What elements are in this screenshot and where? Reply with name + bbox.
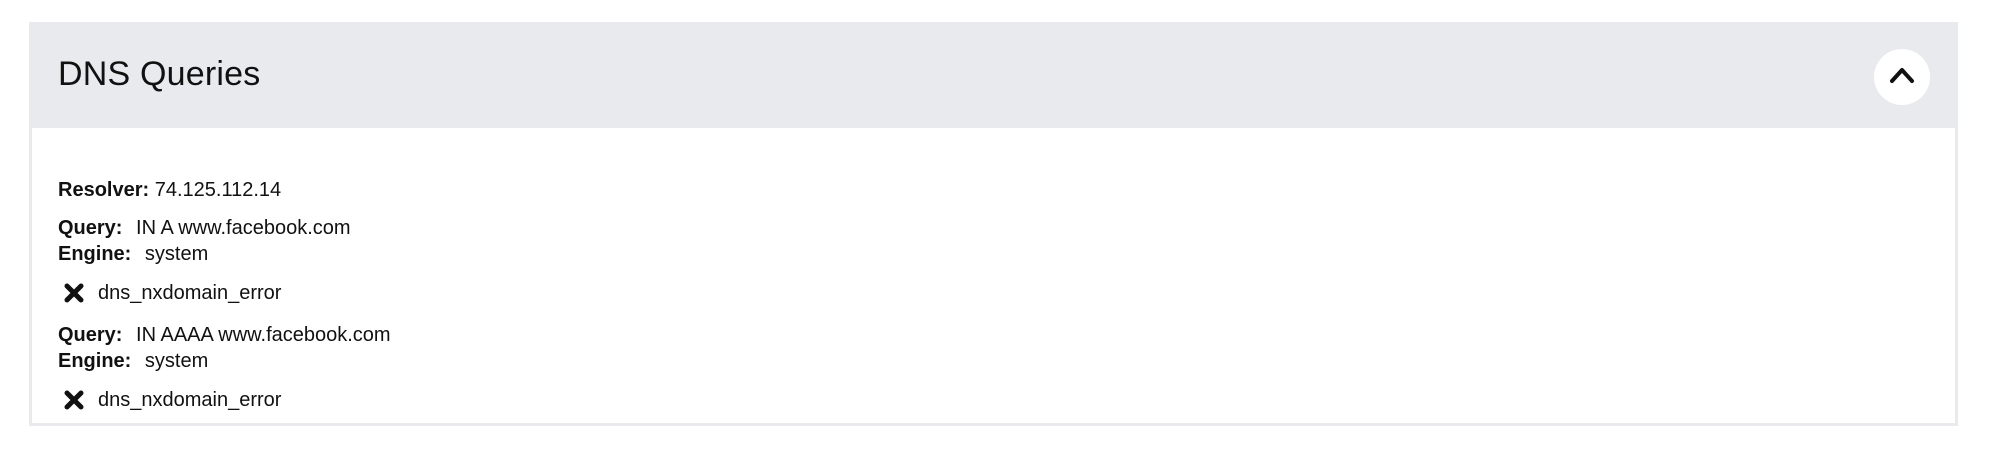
- query-line: Query: IN A www.facebook.com: [58, 216, 351, 240]
- dns-queries-panel: DNS Queries Resolver: 74.125.112.14 Quer…: [29, 22, 1958, 426]
- query-value: IN A www.facebook.com: [136, 217, 351, 239]
- panel-header[interactable]: DNS Queries: [32, 25, 1955, 128]
- engine-label: Engine:: [58, 350, 132, 372]
- resolver-line: Resolver: 74.125.112.14: [58, 178, 281, 202]
- engine-label: Engine:: [58, 243, 132, 265]
- error-line: dns_nxdomain_error: [62, 281, 281, 305]
- collapse-button[interactable]: [1874, 49, 1930, 105]
- panel-title: DNS Queries: [58, 55, 261, 93]
- resolver-value: 74.125.112.14: [154, 179, 282, 201]
- engine-line: Engine: system: [58, 242, 208, 266]
- query-line: Query: IN AAAA www.facebook.com: [58, 323, 391, 347]
- engine-line: Engine: system: [58, 349, 208, 373]
- cross-icon: [62, 281, 86, 305]
- engine-value: system: [144, 243, 209, 265]
- cross-icon: [62, 388, 86, 412]
- query-label: Query:: [58, 217, 123, 239]
- error-line: dns_nxdomain_error: [62, 388, 281, 412]
- resolver-label: Resolver:: [58, 179, 150, 201]
- query-label: Query:: [58, 324, 123, 346]
- query-value: IN AAAA www.facebook.com: [136, 324, 391, 346]
- error-text: dns_nxdomain_error: [98, 389, 282, 411]
- engine-value: system: [144, 350, 209, 372]
- chevron-up-icon: [1888, 65, 1916, 90]
- error-text: dns_nxdomain_error: [98, 282, 282, 304]
